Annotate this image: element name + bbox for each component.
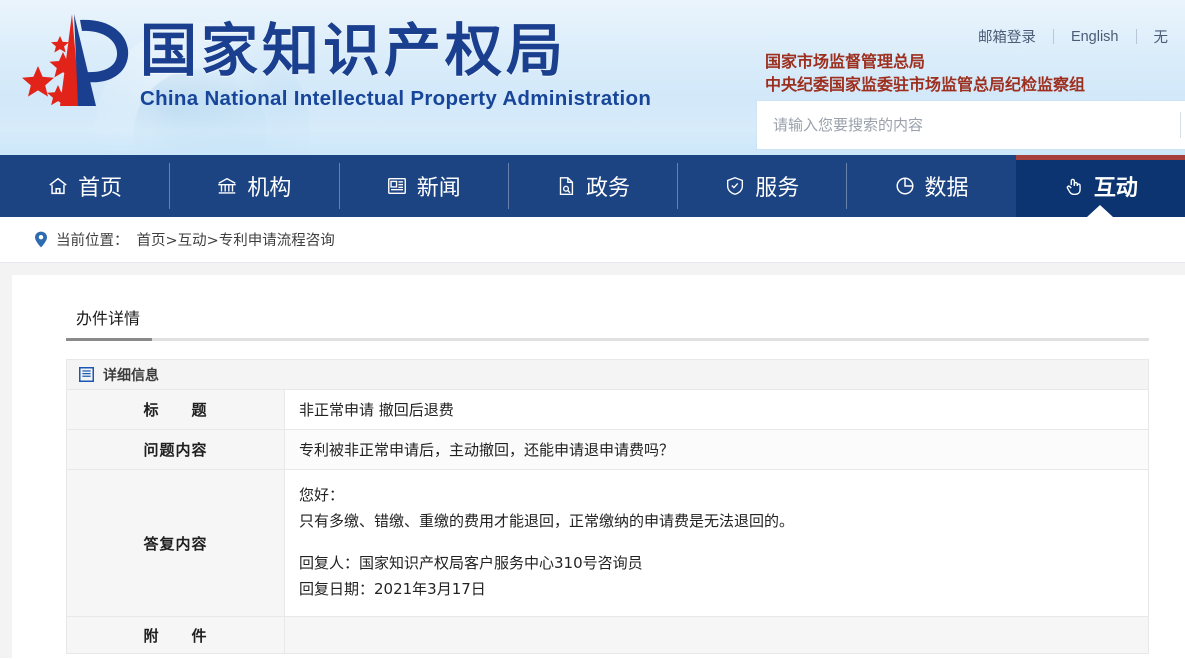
nav-item-home[interactable]: 首页 — [0, 155, 169, 217]
row-label: 附 件 — [66, 616, 285, 654]
nav-label: 机构 — [247, 176, 292, 201]
site-header: 国家知识产权局 China National Intellectual Prop… — [0, 0, 1185, 155]
site-search — [757, 101, 1185, 149]
table-row-title: 标 题 非正常申请 撤回后退费 — [66, 389, 1149, 430]
brand-title-cn: 国家知识产权局 — [140, 18, 567, 84]
tab-strip: 办件详情 — [30, 301, 1167, 338]
breadcrumb-bar: 当前位置： 首页>互动>专利申请流程咨询 — [0, 217, 1185, 263]
search-button[interactable] — [1181, 101, 1185, 149]
answer-date: 回复日期：2021年3月17日 — [299, 580, 486, 598]
org-line-2[interactable]: 中央纪委国家监委驻市场监管总局纪检监察组 — [765, 73, 1085, 96]
home-icon — [47, 175, 69, 197]
answer-line-1: 您好： — [299, 486, 345, 504]
row-value-answer: 您好： 只有多缴、错缴、重缴的费用才能退回，正常缴纳的申请费是无法退回的。 回复… — [284, 469, 1149, 617]
nav-item-news[interactable]: 新闻 — [338, 155, 508, 217]
brand-title-en: China National Intellectual Property Adm… — [140, 87, 652, 110]
nav-item-government-affairs[interactable]: 政务 — [507, 155, 677, 217]
nav-label: 服务 — [755, 176, 800, 201]
link-accessibility[interactable]: 无 — [1137, 26, 1185, 47]
location-pin-icon — [34, 231, 48, 248]
row-label: 答复内容 — [66, 469, 285, 617]
table-row-answer: 答复内容 您好： 只有多缴、错缴、重缴的费用才能退回，正常缴纳的申请费是无法退回… — [66, 469, 1149, 617]
tab-case-detail[interactable]: 办件详情 — [66, 301, 150, 338]
hand-click-icon — [1063, 175, 1085, 197]
link-english[interactable]: English — [1054, 29, 1136, 45]
nav-item-data[interactable]: 数据 — [846, 155, 1015, 217]
document-icon — [555, 175, 577, 197]
cnipa-emblem-icon — [8, 8, 136, 116]
table-row-attachment: 附 件 — [66, 616, 1149, 654]
affiliated-org-links: 国家市场监督管理总局 中央纪委国家监委驻市场监管总局纪检监察组 — [765, 50, 1085, 96]
answer-blank-line — [299, 534, 1148, 550]
nav-label: 数据 — [924, 176, 969, 201]
nav-label: 互动 — [1093, 176, 1138, 201]
row-value-attachment — [284, 616, 1149, 654]
detail-panel: 详细信息 标 题 非正常申请 撤回后退费 问题内容 专利被非正常申请后，主动撤回… — [66, 359, 1149, 654]
answer-line-2: 只有多缴、错缴、重缴的费用才能退回，正常缴纳的申请费是无法退回的。 — [299, 512, 795, 530]
page-background: 办件详情 详细信息 标 题 非正常申请 撤回后退费 问题内容 专利被非正常申请后… — [0, 263, 1185, 659]
row-value-question: 专利被非正常申请后，主动撤回，还能申请退申请费吗？ — [284, 429, 1149, 470]
nav-item-services[interactable]: 服务 — [677, 155, 846, 217]
newspaper-icon — [386, 175, 408, 197]
content-card: 办件详情 详细信息 标 题 非正常申请 撤回后退费 问题内容 专利被非正常申请后… — [12, 275, 1185, 659]
breadcrumb-path[interactable]: 首页>互动>专利申请流程咨询 — [137, 229, 335, 250]
detail-table: 标 题 非正常申请 撤回后退费 问题内容 专利被非正常申请后，主动撤回，还能申请… — [66, 389, 1149, 654]
nav-item-institutions[interactable]: 机构 — [169, 155, 338, 217]
detail-panel-header: 详细信息 — [66, 359, 1149, 389]
tab-underline — [66, 338, 1149, 341]
active-tab-topbar — [1015, 155, 1185, 160]
site-logo[interactable]: 国家知识产权局 China National Intellectual Prop… — [8, 8, 651, 116]
link-mail-login[interactable]: 邮箱登录 — [961, 26, 1053, 47]
nav-label: 新闻 — [416, 176, 461, 201]
breadcrumb: 当前位置： 首页>互动>专利申请流程咨询 — [34, 229, 335, 250]
search-input[interactable] — [757, 101, 1180, 149]
nav-label: 首页 — [78, 176, 123, 201]
utility-links: 邮箱登录 English 无 — [961, 26, 1185, 47]
shield-icon — [724, 175, 746, 197]
row-label: 标 题 — [66, 389, 285, 430]
active-tab-pointer — [1087, 205, 1114, 217]
detail-panel-title: 详细信息 — [103, 367, 159, 384]
org-line-1[interactable]: 国家市场监督管理总局 — [765, 50, 1085, 73]
pie-chart-icon — [894, 175, 916, 197]
list-document-icon — [79, 367, 94, 382]
breadcrumb-prefix: 当前位置： — [56, 233, 129, 249]
nav-label: 政务 — [585, 176, 630, 201]
row-value-title: 非正常申请 撤回后退费 — [284, 389, 1149, 430]
table-row-question: 问题内容 专利被非正常申请后，主动撤回，还能申请退申请费吗？ — [66, 429, 1149, 470]
bank-icon — [216, 175, 238, 197]
nav-item-interaction[interactable]: 互动 — [1015, 155, 1185, 217]
answer-responder: 回复人：国家知识产权局客户服务中心310号咨询员 — [299, 554, 643, 572]
main-navigation: 首页 机构 新闻 政务 服务 数据 互动 — [0, 155, 1185, 217]
row-label: 问题内容 — [66, 429, 285, 470]
